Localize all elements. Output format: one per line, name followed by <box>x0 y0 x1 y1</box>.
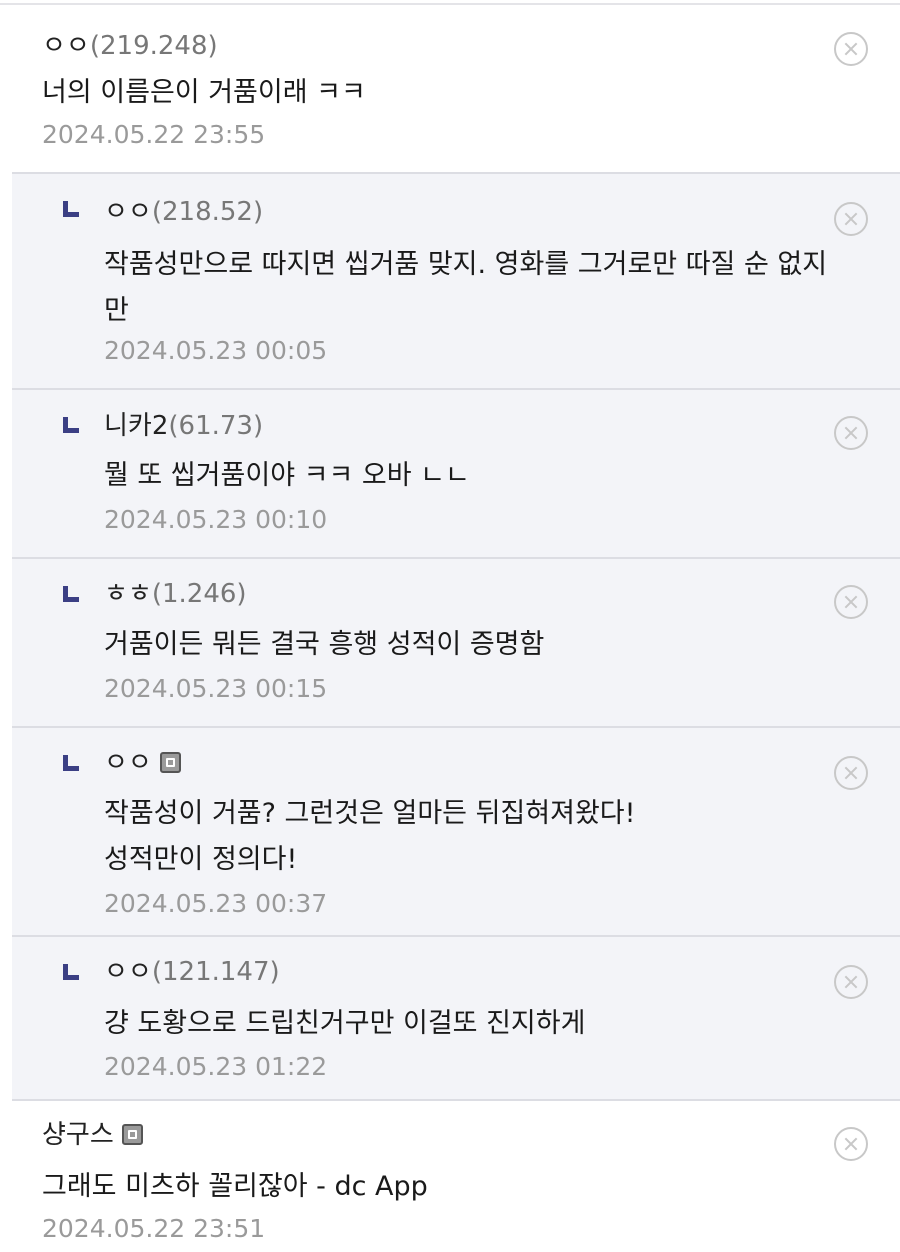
comment-nick[interactable]: ㅇㅇ <box>104 197 152 227</box>
comment-ip: (218.52) <box>151 197 264 227</box>
comment-text: 뭘 또 씹거품이야 ㅋㅋ 오바 ㄴㄴ <box>104 460 470 491</box>
delete-icon[interactable] <box>834 416 868 450</box>
reply-item: ㅇㅇ(121.147) 걍 도황으로 드립친거구만 이걸또 진지하게 2024.… <box>12 935 900 1101</box>
comment-text: 작품성이 거품? 그런것은 얼마든 뒤집혀져왔다! 성적만이 정의다! <box>104 798 636 875</box>
reply-arrow-icon <box>63 201 79 217</box>
reply-arrow-icon <box>63 755 79 771</box>
reply-item: ㅎㅎ(1.246) 거품이든 뭐든 결국 흥행 성적이 증명함 2024.05.… <box>12 557 900 726</box>
comment-time: 2024.05.23 00:15 <box>104 674 328 703</box>
top-divider <box>0 3 900 5</box>
comment-time: 2024.05.23 01:22 <box>104 1052 328 1081</box>
comment-nick[interactable]: ㅎㅎ <box>104 579 152 609</box>
delete-icon[interactable] <box>834 585 868 619</box>
comment-author[interactable]: 니카2(61.73) <box>104 411 263 441</box>
comment-nick[interactable]: ㅇㅇ <box>104 748 152 778</box>
comment-list: ㅇㅇ(219.248) 너의 이름은이 거품이래 ㅋㅋ 2024.05.22 2… <box>0 0 900 1252</box>
comment-nick[interactable]: ㅇㅇ <box>42 31 90 61</box>
comment-author[interactable]: ㅇㅇ <box>104 748 181 778</box>
comment-ip: (219.248) <box>89 31 218 61</box>
comment-time: 2024.05.22 23:55 <box>42 120 266 149</box>
comment-time: 2024.05.23 00:05 <box>104 336 328 365</box>
comment-time: 2024.05.23 00:37 <box>104 889 328 918</box>
delete-icon[interactable] <box>834 756 868 790</box>
reply-arrow-icon <box>63 586 79 602</box>
reply-arrow-icon <box>63 417 79 433</box>
comment-ip: (61.73) <box>168 411 264 441</box>
delete-icon[interactable] <box>834 202 868 236</box>
comment-ip: (1.246) <box>151 579 247 609</box>
comment-author[interactable]: 샹구스 <box>42 1120 143 1150</box>
reply-item: 니카2(61.73) 뭘 또 씹거품이야 ㅋㅋ 오바 ㄴㄴ 2024.05.23… <box>12 388 900 557</box>
delete-icon[interactable] <box>834 1127 868 1161</box>
comment-text: 작품성만으로 따지면 씹거품 맞지. 영화를 그거로만 따질 순 없지 만 <box>104 249 828 326</box>
comment-time: 2024.05.23 00:10 <box>104 505 328 534</box>
comment-author[interactable]: ㅎㅎ(1.246) <box>104 579 247 609</box>
comment-author[interactable]: ㅇㅇ(121.147) <box>104 957 280 987</box>
comment-author[interactable]: ㅇㅇ(218.52) <box>104 197 263 227</box>
comment-ip: (121.147) <box>151 957 280 987</box>
comment-text: 거품이든 뭐든 결국 흥행 성적이 증명함 <box>104 629 545 660</box>
reply-item: ㅇㅇ 작품성이 거품? 그런것은 얼마든 뒤집혀져왔다! 성적만이 정의다! 2… <box>12 726 900 935</box>
delete-icon[interactable] <box>834 965 868 999</box>
comment-nick[interactable]: ㅇㅇ <box>104 957 152 987</box>
reply-arrow-icon <box>63 964 79 980</box>
comment-time: 2024.05.22 23:51 <box>42 1214 266 1243</box>
comment-item: ㅇㅇ(219.248) 너의 이름은이 거품이래 ㅋㅋ 2024.05.22 2… <box>0 6 900 172</box>
comment-text: 그래도 미츠하 꼴리잖아 - dc App <box>42 1171 428 1202</box>
reply-item: ㅇㅇ(218.52) 작품성만으로 따지면 씹거품 맞지. 영화를 그거로만 따… <box>12 172 900 388</box>
comment-author[interactable]: ㅇㅇ(219.248) <box>42 31 218 61</box>
comment-text: 걍 도황으로 드립친거구만 이걸또 진지하게 <box>104 1008 586 1039</box>
delete-icon[interactable] <box>834 32 868 66</box>
comment-nick[interactable]: 샹구스 <box>42 1120 114 1150</box>
fixed-nick-icon <box>121 1124 143 1145</box>
comment-item: 샹구스 그래도 미츠하 꼴리잖아 - dc App 2024.05.22 23:… <box>0 1103 900 1252</box>
comment-text: 너의 이름은이 거품이래 ㅋㅋ <box>42 77 366 108</box>
comment-nick[interactable]: 니카2 <box>104 411 168 441</box>
fixed-nick-icon <box>159 752 181 773</box>
